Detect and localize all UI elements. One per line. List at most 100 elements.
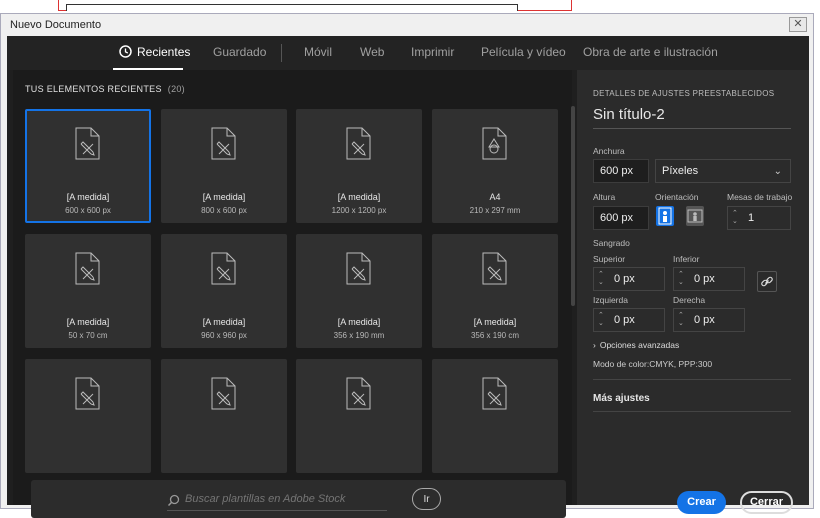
new-document-window: Nuevo Documento ✕ Recientes Guardado Móv… (0, 13, 814, 518)
recent-tile[interactable]: [A medida] 356 x 190 cm (432, 234, 558, 348)
document-pencil-icon (346, 252, 371, 285)
bleed-top-label: Superior (593, 254, 626, 264)
stock-search-bar: Ir (31, 480, 566, 518)
document-pencil-icon (346, 127, 371, 160)
recent-tile[interactable] (161, 359, 287, 473)
tile-size: 960 x 960 px (201, 331, 247, 340)
recent-scrollbar[interactable] (571, 106, 575, 306)
tab-imprimir[interactable]: Imprimir (411, 45, 454, 59)
dialog-content: Recientes Guardado Móvil Web Imprimir Pe… (7, 36, 809, 518)
stepper-arrows-icon: ⌃ ⌄ (598, 312, 604, 327)
link-icon (761, 276, 773, 287)
color-mode-info: Modo de color:CMYK, PPP:300 (593, 359, 713, 369)
create-button[interactable]: Crear (677, 491, 726, 514)
width-label: Anchura (593, 146, 625, 156)
tab-obra-arte[interactable]: Obra de arte e ilustración (583, 45, 718, 59)
bleed-left-label: Izquierda (593, 295, 628, 305)
tile-size: 50 x 70 cm (68, 331, 108, 340)
search-underline (167, 510, 387, 511)
tile-name: [A medida] (337, 317, 381, 327)
bleed-top-stepper[interactable]: ⌃ ⌄ 0 px (593, 267, 665, 291)
recent-title: TUS ELEMENTOS RECIENTES (25, 84, 162, 94)
chevron-right-icon: › (593, 340, 596, 350)
tab-recientes[interactable]: Recientes (119, 45, 190, 59)
preset-details-panel: DETALLES DE AJUSTES PREESTABLECIDOS Sin … (577, 70, 809, 514)
landscape-orientation-button[interactable] (686, 206, 704, 226)
recent-tile[interactable]: [A medida] 356 x 190 mm (296, 234, 422, 348)
artboards-stepper[interactable]: ⌃ ⌄ 1 (727, 206, 791, 230)
bleed-bottom-stepper[interactable]: ⌃ ⌄ 0 px (673, 267, 745, 291)
search-icon (167, 494, 180, 507)
tile-size: 800 x 600 px (201, 206, 247, 215)
tab-guardado[interactable]: Guardado (213, 45, 266, 59)
recent-tile[interactable] (296, 359, 422, 473)
tab-pelicula-video[interactable]: Película y vídeo (481, 45, 566, 59)
divider (593, 379, 791, 380)
bleed-top-value: 0 px (614, 273, 635, 285)
portrait-orientation-button[interactable] (656, 206, 674, 226)
height-input[interactable]: 600 px (593, 206, 649, 230)
tile-size: 356 x 190 cm (470, 331, 520, 340)
recent-tile[interactable]: [A medida] 1200 x 1200 px (296, 109, 422, 223)
stepper-arrows-icon: ⌃ ⌄ (678, 271, 684, 286)
bleed-left-stepper[interactable]: ⌃ ⌄ 0 px (593, 308, 665, 332)
tile-name: [A medida] (202, 317, 246, 327)
tile-size: 210 x 297 mm (469, 206, 521, 215)
tile-name: [A medida] (473, 317, 517, 327)
more-settings-button[interactable]: Más ajustes (593, 393, 650, 404)
document-pencil-icon (482, 377, 507, 410)
preset-heading: DETALLES DE AJUSTES PREESTABLECIDOS (593, 89, 775, 98)
tile-size: 356 x 190 mm (333, 331, 385, 340)
link-bleed-button[interactable] (757, 271, 777, 292)
document-name-field[interactable]: Sin título-2 (593, 106, 665, 123)
bleed-right-value: 0 px (694, 314, 715, 326)
tile-name: [A medida] (66, 192, 110, 202)
stepper-arrows-icon: ⌃ ⌄ (598, 271, 604, 286)
height-label: Altura (593, 192, 616, 202)
bleed-right-stepper[interactable]: ⌃ ⌄ 0 px (673, 308, 745, 332)
window-titlebar: Nuevo Documento (1, 14, 813, 36)
advanced-options-toggle[interactable]: › Opciones avanzadas (593, 340, 679, 350)
tile-name: A4 (489, 192, 501, 202)
divider (593, 411, 791, 412)
recent-tile[interactable]: [A medida] 800 x 600 px (161, 109, 287, 223)
recent-panel: TUS ELEMENTOS RECIENTES (20) [A medida] 60… (13, 70, 572, 518)
document-pencil-icon (211, 127, 236, 160)
bleed-left-value: 0 px (614, 314, 635, 326)
artboards-value: 1 (748, 212, 755, 224)
recent-tile[interactable] (25, 359, 151, 473)
category-nav: Recientes Guardado Móvil Web Imprimir Pe… (7, 36, 809, 70)
window-close-button[interactable]: ✕ (789, 17, 807, 32)
recent-tile[interactable]: [A medida] 960 x 960 px (161, 234, 287, 348)
document-pencil-icon (211, 252, 236, 285)
tile-size: 600 x 600 px (65, 206, 111, 215)
bleed-bottom-label: Inferior (673, 254, 700, 264)
recent-tile[interactable]: [A medida] 600 x 600 px (25, 109, 151, 223)
bleed-label: Sangrado (593, 238, 630, 248)
document-pencil-icon (75, 252, 100, 285)
artboards-label: Mesas de trabajo (727, 192, 793, 202)
orientation-label: Orientación (655, 192, 699, 202)
portrait-icon (658, 207, 672, 225)
document-pencil-icon (346, 377, 371, 410)
recent-grid: TUS ELEMENTOS RECIENTES (20) [A medida] 60… (13, 70, 572, 476)
recent-tile[interactable]: [A medida] 50 x 70 cm (25, 234, 151, 348)
tab-web[interactable]: Web (360, 45, 384, 59)
landscape-icon (687, 209, 703, 223)
close-button[interactable]: Cerrar (740, 491, 793, 514)
recent-tile[interactable]: A4 210 x 297 mm (432, 109, 558, 223)
tab-movil[interactable]: Móvil (304, 45, 332, 59)
stepper-arrows-icon: ⌃ ⌄ (678, 312, 684, 327)
document-name-underline (593, 128, 791, 129)
chevron-down-icon: ⌄ (773, 166, 782, 177)
window-title: Nuevo Documento (10, 19, 102, 31)
search-go-button[interactable]: Ir (412, 488, 441, 510)
units-select[interactable]: Píxeles ⌄ (655, 159, 791, 183)
stock-search-input[interactable] (185, 490, 385, 508)
tile-name: [A medida] (66, 317, 110, 327)
units-select-value: Píxeles (662, 165, 699, 177)
clock-icon (119, 45, 132, 58)
width-input[interactable]: 600 px (593, 159, 649, 183)
recent-tile[interactable] (432, 359, 558, 473)
document-pencil-icon (482, 252, 507, 285)
